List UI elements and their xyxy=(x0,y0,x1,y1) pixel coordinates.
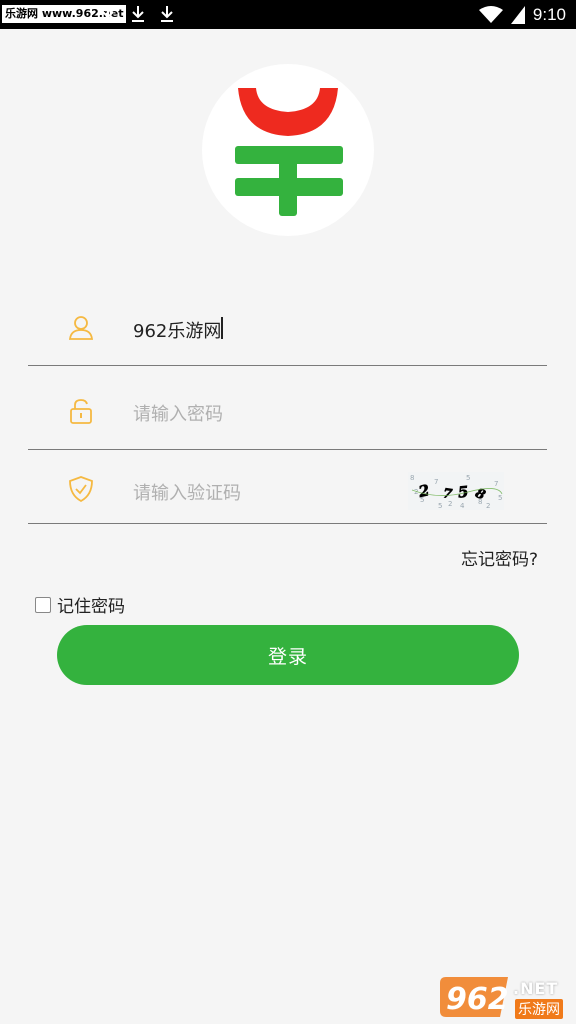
svg-text:7: 7 xyxy=(434,478,438,486)
app-logo xyxy=(202,64,374,236)
captcha-field[interactable]: 请输入验证码 857 258 754 225 2 7 5 8 · 2758 xyxy=(28,450,547,524)
password-field[interactable]: 请输入密码 xyxy=(28,366,547,450)
svg-text:4: 4 xyxy=(460,502,465,510)
yang-logo-icon xyxy=(235,88,343,216)
captcha-input[interactable]: 请输入验证码 xyxy=(133,479,241,505)
watermark-name: 乐游网 xyxy=(515,999,563,1019)
password-input[interactable]: 请输入密码 xyxy=(133,400,223,426)
user-icon xyxy=(68,316,94,340)
remember-checkbox[interactable] xyxy=(35,596,51,613)
download-icon xyxy=(102,6,114,22)
text-cursor xyxy=(221,317,223,339)
captcha-image[interactable]: 857 258 754 225 2 7 5 8 · 2758 xyxy=(408,472,504,510)
svg-text:2: 2 xyxy=(486,502,490,510)
wifi-icon xyxy=(478,5,503,23)
signal-icon xyxy=(510,5,525,24)
shield-check-icon xyxy=(69,476,93,502)
notification-icon xyxy=(44,19,56,21)
username-field[interactable]: 962乐游网 xyxy=(28,290,547,366)
download-icon xyxy=(161,6,173,22)
status-time: 9:10 xyxy=(532,4,566,24)
svg-text:5: 5 xyxy=(438,502,442,510)
download-icon xyxy=(132,6,144,22)
notification-icon xyxy=(72,19,84,21)
username-input[interactable]: 962乐游网 xyxy=(133,317,221,343)
unlock-icon xyxy=(70,399,92,424)
forgot-password-link[interactable]: 忘记密码? xyxy=(461,545,538,570)
login-button[interactable]: 登录 xyxy=(57,625,519,685)
remember-label: 记住密码 xyxy=(57,597,125,617)
svg-text:5: 5 xyxy=(466,474,470,482)
watermark-suffix: .NET xyxy=(513,979,559,998)
svg-text:8: 8 xyxy=(410,474,414,482)
svg-text:5: 5 xyxy=(498,494,502,502)
watermark-number: 962 xyxy=(446,982,509,1017)
status-bar: 乐游网 www.962.net 9:10 xyxy=(0,0,576,29)
remember-password[interactable]: 记住密码 xyxy=(35,592,125,617)
svg-text:7: 7 xyxy=(494,480,498,488)
